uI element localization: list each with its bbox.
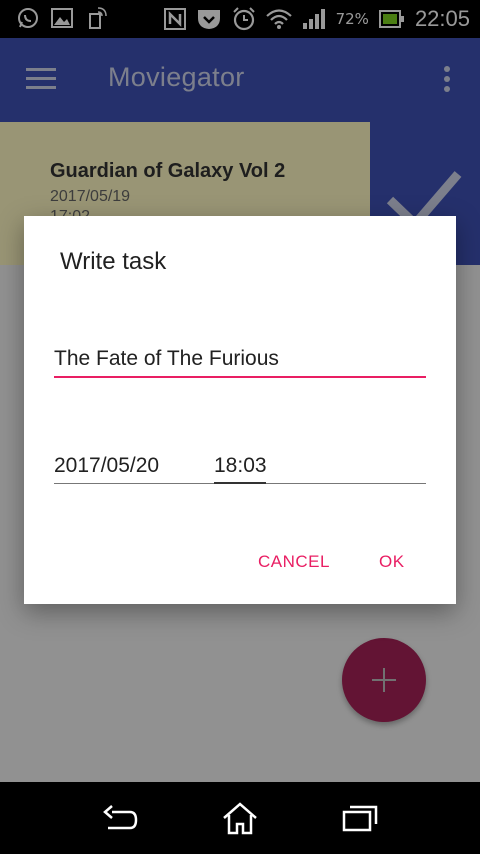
ok-button[interactable]: OK (379, 552, 405, 572)
cancel-button[interactable]: CANCEL (258, 552, 330, 572)
home-icon[interactable] (220, 800, 260, 836)
recents-icon[interactable] (340, 800, 380, 836)
time-field[interactable]: 18:03 (214, 454, 267, 478)
dialog-title: Write task (60, 248, 167, 275)
task-input-underline (54, 376, 426, 378)
navigation-bar (0, 782, 480, 854)
time-field-underline (214, 482, 266, 484)
back-icon[interactable] (100, 800, 140, 836)
date-field[interactable]: 2017/05/20 (54, 454, 159, 478)
write-task-dialog: Write task 2017/05/20 18:03 CANCEL OK (24, 216, 456, 604)
task-name-input[interactable] (54, 342, 426, 376)
